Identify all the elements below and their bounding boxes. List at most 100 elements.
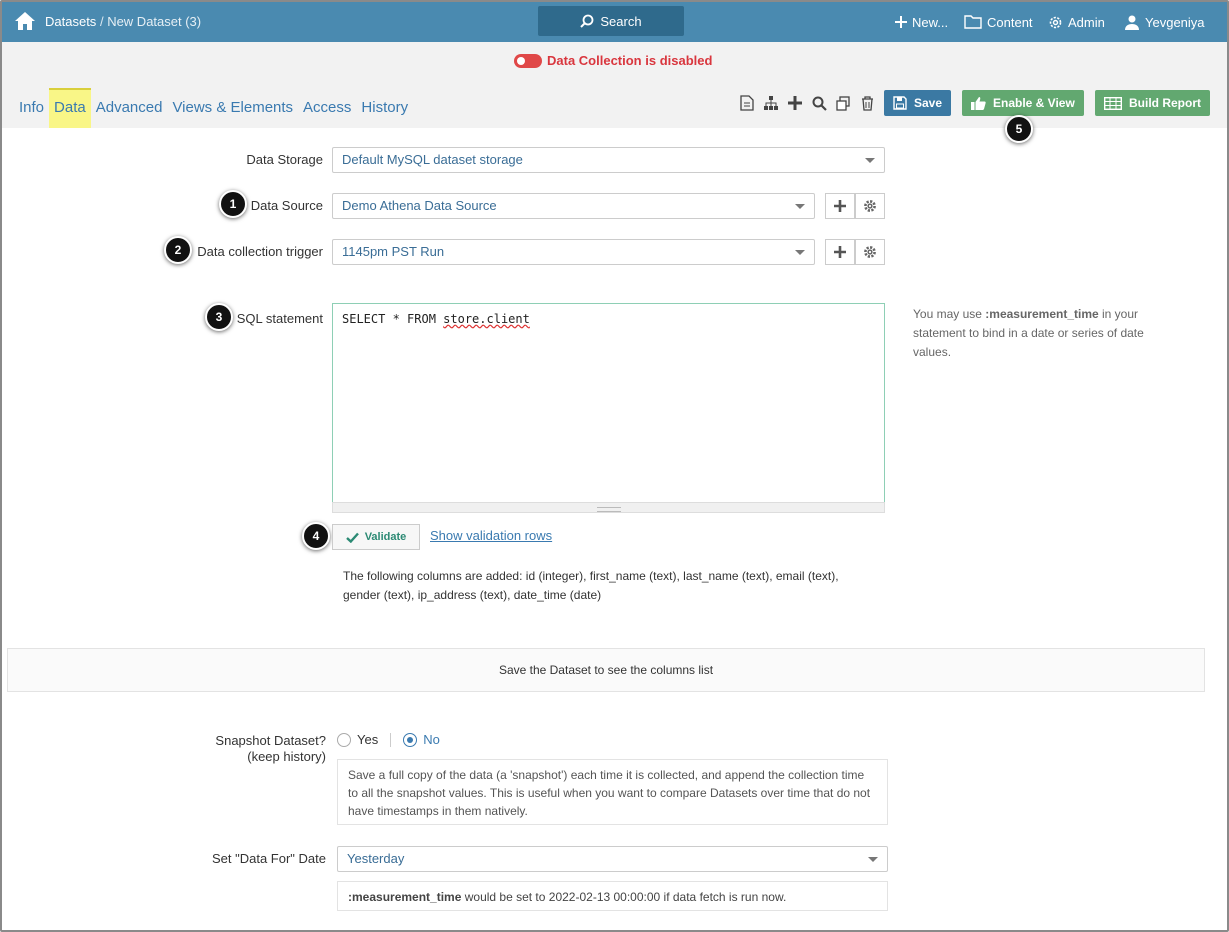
data-for-value: Yesterday [347, 851, 405, 866]
add-data-source-button[interactable] [825, 193, 855, 219]
trigger-value: 1145pm PST Run [342, 244, 445, 259]
content-menu[interactable]: Content [964, 2, 1033, 42]
admin-label: Admin [1068, 14, 1105, 30]
snapshot-description: Save a full copy of the data (a 'snapsho… [337, 759, 888, 825]
enable-view-label: Enable & View [993, 96, 1075, 110]
new-label: New... [912, 14, 949, 30]
tab-advanced[interactable]: Advanced [91, 88, 168, 128]
snapshot-yes-radio[interactable] [337, 732, 351, 747]
folder-icon [964, 15, 982, 29]
radio-divider [390, 732, 392, 747]
step-badge-4: 4 [302, 522, 330, 550]
hierarchy-icon[interactable] [762, 94, 780, 112]
measurement-time-rest: would be set to 2022-02-13 00:00:00 if d… [461, 890, 787, 904]
plus-icon [895, 16, 907, 28]
gear-icon [1049, 16, 1062, 28]
validate-label: Validate [364, 531, 407, 543]
plus-icon [834, 246, 846, 258]
search-button[interactable]: Search [538, 6, 684, 36]
data-source-value: Demo Athena Data Source [342, 198, 497, 213]
user-menu[interactable]: Yevgeniya [1124, 2, 1205, 42]
search-icon[interactable] [810, 94, 828, 112]
snapshot-radio-group: Yes No [337, 732, 440, 747]
chevron-down-icon [795, 204, 805, 209]
data-for-label: Set "Data For" Date [212, 851, 326, 866]
measurement-time-bold: :measurement_time [348, 890, 462, 904]
user-icon [1125, 15, 1139, 30]
build-report-button[interactable]: Build Report [1095, 90, 1210, 116]
table-icon [1104, 96, 1122, 110]
status-text: Data Collection is disabled [547, 53, 713, 68]
snapshot-sublabel: (keep history) [247, 749, 326, 764]
home-icon[interactable] [14, 11, 36, 31]
tab-info[interactable]: Info [14, 88, 49, 128]
data-for-select[interactable]: Yesterday [337, 846, 888, 872]
show-validation-rows-link[interactable]: Show validation rows [430, 528, 552, 543]
sql-table-text: store.client [443, 312, 530, 326]
thumbs-up-icon [971, 97, 986, 110]
gear-icon [864, 246, 876, 258]
chevron-down-icon [868, 857, 878, 862]
trigger-label: Data collection trigger [197, 244, 323, 259]
step-badge-5: 5 [1005, 115, 1033, 143]
chevron-down-icon [865, 158, 875, 163]
snapshot-label: Snapshot Dataset? [215, 733, 326, 748]
snapshot-no-radio[interactable] [403, 732, 418, 747]
data-source-label: Data Source [250, 198, 323, 213]
build-report-label: Build Report [1129, 96, 1201, 110]
enable-view-button[interactable]: Enable & View [962, 90, 1084, 116]
add-trigger-button[interactable] [825, 239, 855, 265]
snapshot-label-group: Snapshot Dataset? (keep history) [152, 733, 326, 765]
tab-history[interactable]: History [356, 88, 413, 128]
columns-added-message: The following columns are added: id (int… [343, 569, 839, 602]
trigger-select[interactable]: 1145pm PST Run [332, 239, 815, 265]
plus-icon[interactable] [786, 94, 804, 112]
tab-access[interactable]: Access [298, 88, 356, 128]
validate-button[interactable]: Validate [332, 524, 420, 550]
plus-icon [834, 200, 846, 212]
data-source-settings-button[interactable] [855, 193, 885, 219]
tab-data[interactable]: Data [49, 88, 91, 128]
tab-bar: Info Data Advanced Views & Elements Acce… [14, 88, 413, 128]
breadcrumb-current: New Dataset (3) [107, 14, 202, 29]
trigger-settings-button[interactable] [855, 239, 885, 265]
sql-hint: You may use :measurement_time in your st… [913, 305, 1183, 362]
toolbar-icons [738, 94, 876, 112]
save-label: Save [914, 96, 943, 110]
breadcrumb-datasets[interactable]: Datasets [45, 14, 96, 29]
user-label: Yevgeniya [1145, 14, 1205, 30]
snapshot-yes-label[interactable]: Yes [357, 732, 378, 747]
data-collection-status: Data Collection is disabled [514, 53, 712, 68]
collection-toggle[interactable] [514, 53, 542, 68]
sql-editor[interactable]: SELECT * FROM store.client [332, 303, 885, 503]
sql-resize-handle[interactable] [332, 502, 885, 513]
document-icon[interactable] [738, 94, 756, 112]
measurement-time-note: :measurement_time would be set to 2022-0… [337, 881, 888, 911]
copy-icon[interactable] [834, 94, 852, 112]
top-navigation-bar: Datasets / New Dataset (3) Search New...… [2, 2, 1227, 42]
sql-hint-prefix: You may use [913, 307, 986, 321]
breadcrumb: Datasets / New Dataset (3) [45, 14, 201, 29]
app-window: Datasets / New Dataset (3) Search New...… [0, 0, 1229, 932]
admin-menu[interactable]: Admin [1048, 2, 1105, 42]
columns-list-panel: Save the Dataset to see the columns list [7, 648, 1205, 692]
header-area: Data Collection is disabled Info Data Ad… [2, 42, 1227, 128]
floppy-icon [893, 96, 907, 110]
data-storage-value: Default MySQL dataset storage [342, 152, 523, 167]
data-storage-select[interactable]: Default MySQL dataset storage [332, 147, 885, 173]
trash-icon[interactable] [858, 94, 876, 112]
sql-statement-label: SQL statement [236, 311, 323, 326]
gear-icon [864, 200, 876, 212]
save-button[interactable]: Save [884, 90, 952, 116]
data-storage-label: Data Storage [246, 152, 323, 167]
new-menu[interactable]: New... [895, 2, 948, 42]
search-icon [580, 14, 594, 28]
chevron-down-icon [795, 250, 805, 255]
snapshot-no-label[interactable]: No [423, 732, 440, 747]
tab-views-elements[interactable]: Views & Elements [167, 88, 298, 128]
breadcrumb-separator: / [99, 14, 104, 29]
sql-keyword-text: SELECT * FROM [342, 312, 444, 326]
sql-hint-bold: :measurement_time [985, 307, 1099, 321]
search-label: Search [600, 13, 642, 29]
data-source-select[interactable]: Demo Athena Data Source [332, 193, 815, 219]
